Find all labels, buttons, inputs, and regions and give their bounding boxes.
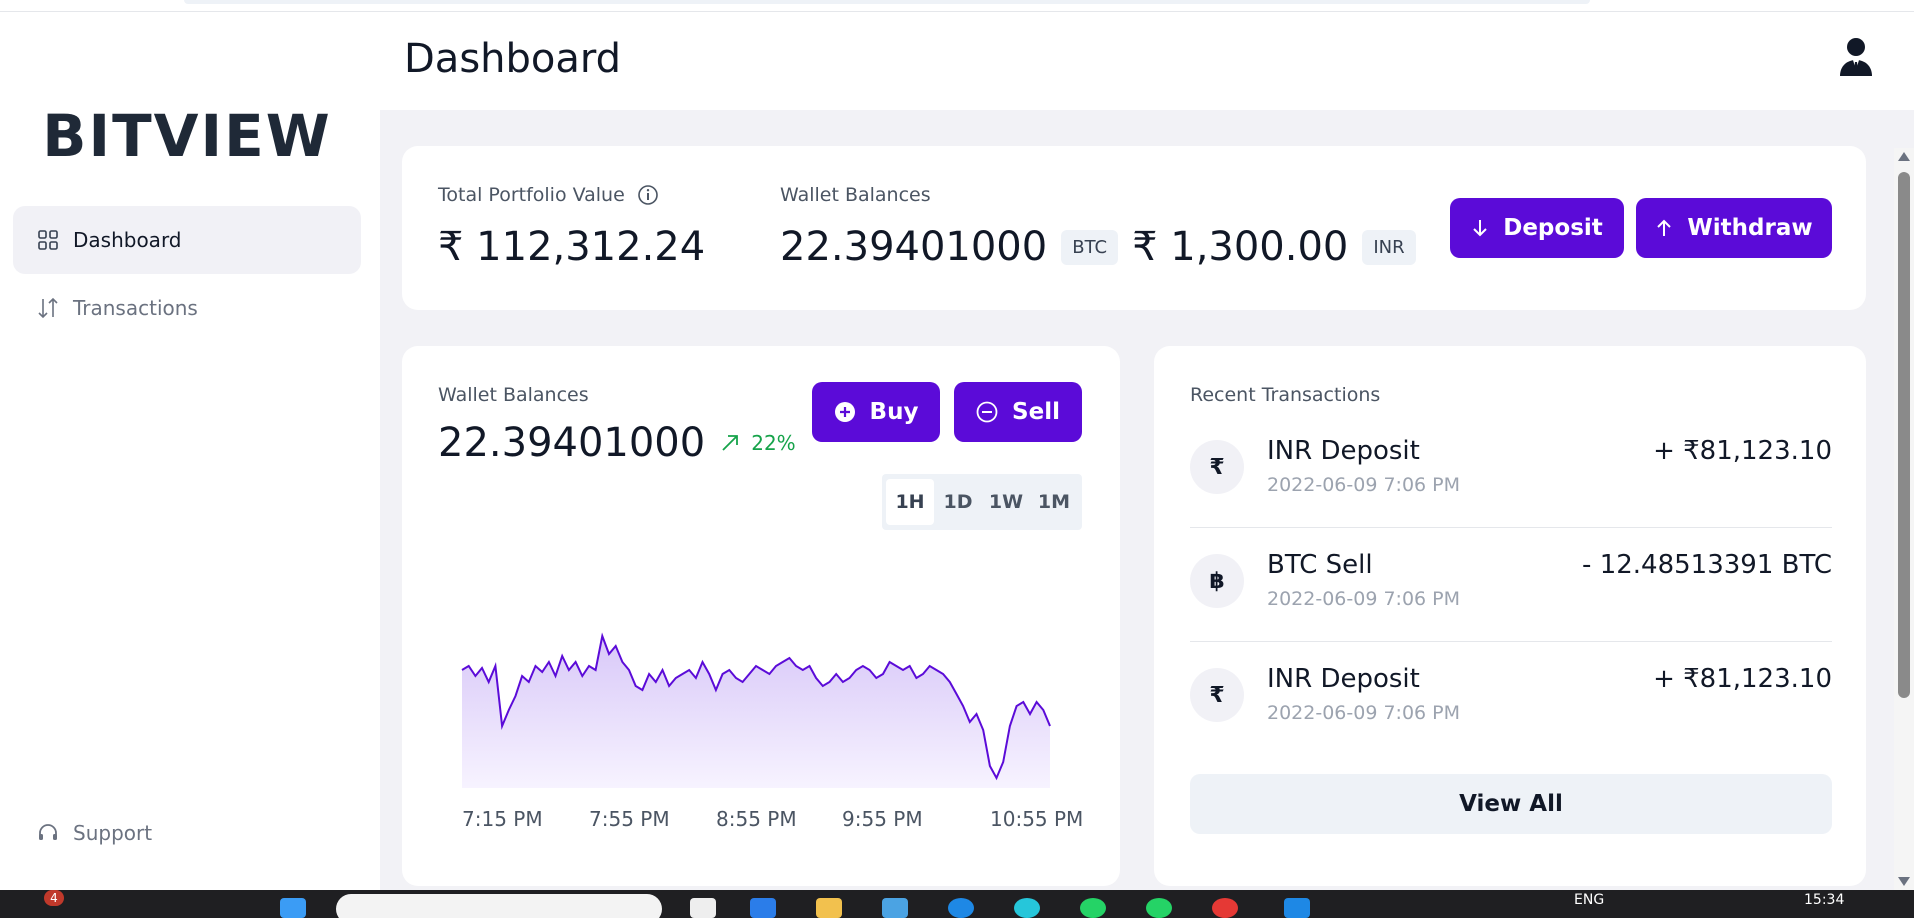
vscode-icon[interactable] <box>1284 898 1310 918</box>
transaction-row[interactable]: ₹ INR Deposit 2022-06-09 7:06 PM + ₹81,1… <box>1190 414 1832 528</box>
main-content: Total Portfolio Value ₹ 112,312.24 Walle… <box>380 110 1914 890</box>
chart-x-tick-label: 10:55 PM <box>990 807 1083 831</box>
rupee-icon: ₹ <box>1190 668 1244 722</box>
deposit-label: Deposit <box>1503 215 1603 241</box>
recent-transactions-card: Recent Transactions ₹ INR Deposit 2022-0… <box>1154 346 1866 886</box>
grid-icon <box>37 229 59 251</box>
whatsapp-icon[interactable] <box>1146 898 1172 918</box>
app-logo: BITVIEW <box>42 102 332 170</box>
app-icon[interactable] <box>690 898 716 918</box>
browser-top-strip <box>0 0 1914 12</box>
transaction-row[interactable]: ₹ INR Deposit 2022-06-09 7:06 PM + ₹81,1… <box>1190 642 1832 756</box>
btc-balance: 22.39401000 <box>780 224 1048 270</box>
page-title: Dashboard <box>404 36 622 82</box>
transaction-title: INR Deposit <box>1267 436 1420 466</box>
chart-x-tick-label: 9:55 PM <box>842 807 923 831</box>
start-menu-icon[interactable] <box>280 898 306 918</box>
wallet-balances-label: Wallet Balances <box>780 184 931 206</box>
chart-x-tick-label: 7:15 PM <box>462 807 543 831</box>
bitcoin-icon: ฿ <box>1190 554 1244 608</box>
portfolio-total-label-row: Total Portfolio Value <box>438 184 659 206</box>
sidebar-item-transactions[interactable]: Transactions <box>13 274 361 342</box>
transaction-title: BTC Sell <box>1267 550 1373 580</box>
sidebar-item-dashboard[interactable]: Dashboard <box>13 206 361 274</box>
sidebar-item-support[interactable]: Support <box>13 799 361 867</box>
arrow-up-icon <box>1655 218 1673 238</box>
user-avatar-icon[interactable] <box>1838 36 1878 78</box>
address-bar-edge <box>184 0 1590 4</box>
chart-x-tick-label: 7:55 PM <box>589 807 670 831</box>
sidebar: BITVIEW Dashboard Transactions Support <box>0 12 380 890</box>
wallet-balances-row: 22.39401000 BTC ₹ 1,300.00 INR <box>780 224 1416 270</box>
app-icon[interactable] <box>750 898 776 918</box>
transaction-date: 2022-06-09 7:06 PM <box>1267 474 1461 496</box>
inr-balance: ₹ 1,300.00 <box>1132 224 1349 270</box>
portfolio-total-value: ₹ 112,312.24 <box>438 224 706 270</box>
page-scrollbar[interactable] <box>1894 148 1914 890</box>
chart-area-fill <box>462 636 1050 788</box>
arrow-down-icon <box>1471 218 1489 238</box>
scroll-down-arrow-icon[interactable] <box>1898 877 1910 886</box>
transaction-amount: + ₹81,123.10 <box>1653 664 1832 694</box>
taskbar-search[interactable] <box>336 894 662 918</box>
withdraw-label: Withdraw <box>1687 215 1813 241</box>
balance-area-chart: 7:15 PM 7:55 PM 8:55 PM 9:55 PM 10:55 PM <box>461 632 1083 831</box>
taskbar-clock[interactable]: 15:34 <box>1804 892 1844 908</box>
transaction-date: 2022-06-09 7:06 PM <box>1267 702 1461 724</box>
view-all-button[interactable]: View All <box>1190 774 1832 834</box>
scroll-thumb[interactable] <box>1898 172 1910 698</box>
recent-transactions-title: Recent Transactions <box>1190 384 1381 406</box>
portfolio-total-label: Total Portfolio Value <box>438 184 625 206</box>
app-icon[interactable] <box>882 898 908 918</box>
whatsapp-icon[interactable] <box>1080 898 1106 918</box>
os-taskbar: 4 ENG 15:34 <box>0 890 1914 918</box>
withdraw-button[interactable]: Withdraw <box>1636 198 1832 258</box>
rupee-icon: ₹ <box>1190 440 1244 494</box>
app-icon[interactable] <box>1014 898 1040 918</box>
transaction-date: 2022-06-09 7:06 PM <box>1267 588 1461 610</box>
transaction-row[interactable]: ฿ BTC Sell 2022-06-09 7:06 PM - 12.48513… <box>1190 528 1832 642</box>
sidebar-item-label: Transactions <box>73 296 198 320</box>
notification-badge: 4 <box>44 890 64 906</box>
sidebar-item-label: Support <box>73 821 153 845</box>
transaction-amount: - 12.48513391 BTC <box>1582 550 1832 580</box>
folder-icon[interactable] <box>816 898 842 918</box>
chart-x-tick-label: 8:55 PM <box>716 807 797 831</box>
scroll-up-arrow-icon[interactable] <box>1898 152 1910 161</box>
headset-icon <box>37 822 59 844</box>
transaction-amount: + ₹81,123.10 <box>1653 436 1832 466</box>
inr-tag: INR <box>1362 229 1416 265</box>
app-icon[interactable] <box>948 898 974 918</box>
sidebar-item-label: Dashboard <box>73 228 182 252</box>
btc-tag: BTC <box>1061 229 1119 265</box>
transaction-title: INR Deposit <box>1267 664 1420 694</box>
portfolio-card: Total Portfolio Value ₹ 112,312.24 Walle… <box>402 146 1866 310</box>
info-icon[interactable] <box>637 184 659 206</box>
arrows-up-down-icon <box>37 297 59 319</box>
keyboard-language[interactable]: ENG <box>1574 892 1604 908</box>
app-icon[interactable] <box>1212 898 1238 918</box>
page-header: Dashboard <box>380 12 1914 110</box>
deposit-button[interactable]: Deposit <box>1450 198 1624 258</box>
wallet-chart-card: Wallet Balances 22.39401000 22% Buy Sell… <box>402 346 1120 886</box>
